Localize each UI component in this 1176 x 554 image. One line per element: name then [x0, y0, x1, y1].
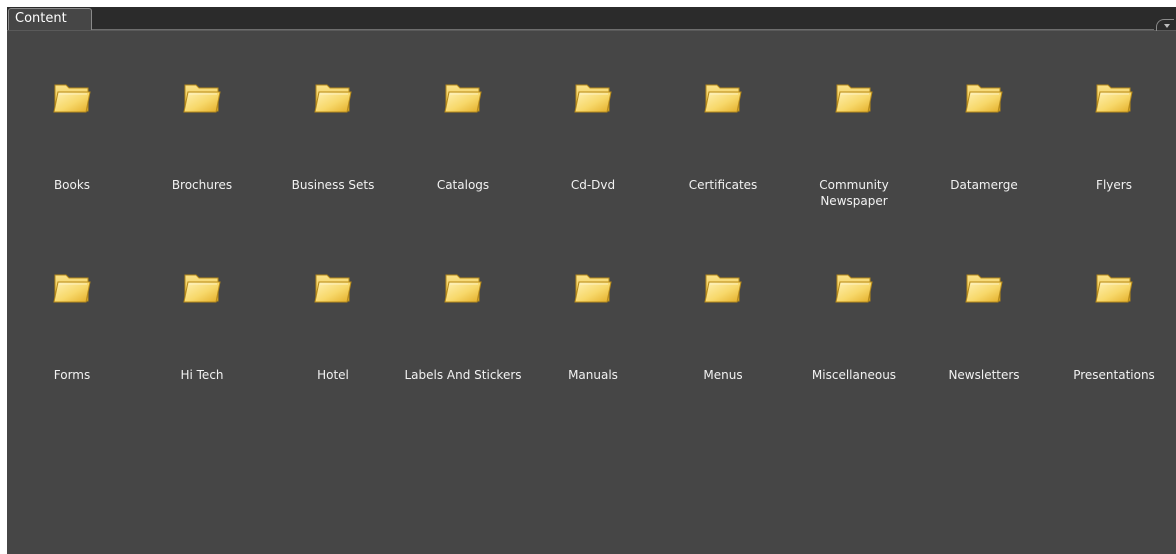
folder-label: Manuals [568, 368, 618, 382]
folder-label: Newsletters [948, 368, 1020, 382]
folder-item-datamerge[interactable]: Datamerge [919, 31, 1049, 192]
folder-icon [314, 84, 352, 113]
folder-item-miscellaneous[interactable]: Miscellaneous [789, 221, 919, 382]
folder-item-brochures[interactable]: Brochures [137, 31, 267, 192]
folder-item-community-newspaper[interactable]: Community Newspaper [789, 31, 919, 208]
folder-icon [53, 84, 91, 113]
folder-item-hi-tech[interactable]: Hi Tech [137, 221, 267, 382]
folder-icon [1095, 274, 1133, 303]
folder-item-presentations[interactable]: Presentations [1049, 221, 1176, 382]
folder-icon [835, 274, 873, 303]
folder-item-flyers[interactable]: Flyers [1049, 31, 1176, 192]
folder-icon [704, 84, 742, 113]
folder-icon [183, 274, 221, 303]
content-panel: Content Books Brochures Business Sets Ca… [7, 7, 1176, 554]
folder-icon [574, 84, 612, 113]
folder-label: Miscellaneous [811, 368, 897, 382]
folder-item-newsletters[interactable]: Newsletters [919, 221, 1049, 382]
folder-label: Community Newspaper [819, 178, 889, 208]
folder-label: Datamerge [950, 178, 1018, 192]
folder-label: Cd-Dvd [570, 178, 616, 192]
folder-label: Certificates [688, 178, 758, 192]
panel-tab-bar: Content [7, 7, 1176, 31]
folder-icon [1095, 84, 1133, 113]
tab-divider [92, 29, 1154, 30]
folder-icon [704, 274, 742, 303]
folder-label: Books [53, 178, 91, 192]
folder-icon [444, 84, 482, 113]
folder-item-books[interactable]: Books [7, 31, 137, 192]
folder-item-menus[interactable]: Menus [658, 221, 788, 382]
folder-item-catalogs[interactable]: Catalogs [398, 31, 528, 192]
folder-item-cd-dvd[interactable]: Cd-Dvd [528, 31, 658, 192]
folder-icon [53, 274, 91, 303]
folder-item-manuals[interactable]: Manuals [528, 221, 658, 382]
folder-label: Hotel [317, 368, 349, 382]
folder-icon [183, 84, 221, 113]
folder-icon [965, 84, 1003, 113]
folder-label: Hi Tech [180, 368, 224, 382]
folder-item-forms[interactable]: Forms [7, 221, 137, 382]
panel-menu-icon[interactable] [1156, 19, 1174, 31]
folder-item-certificates[interactable]: Certificates [658, 31, 788, 192]
chevron-down-icon [1164, 24, 1170, 28]
folder-label: Forms [53, 368, 91, 382]
tab-content[interactable]: Content [8, 8, 92, 30]
folder-icon [574, 274, 612, 303]
folder-icon [835, 84, 873, 113]
folder-item-hotel[interactable]: Hotel [268, 221, 398, 382]
folder-label: Brochures [171, 178, 233, 192]
folder-icon [444, 274, 482, 303]
folder-label: Business Sets [291, 178, 375, 192]
folder-label: Labels And Stickers [404, 368, 522, 382]
folder-icon [314, 274, 352, 303]
folder-label: Catalogs [436, 178, 490, 192]
folder-label: Flyers [1096, 178, 1132, 192]
folder-item-labels-and-stickers[interactable]: Labels And Stickers [398, 221, 528, 382]
folder-icon [965, 274, 1003, 303]
folder-label: Presentations [1073, 368, 1155, 382]
folder-item-business-sets[interactable]: Business Sets [268, 31, 398, 192]
folder-label: Menus [703, 368, 743, 382]
